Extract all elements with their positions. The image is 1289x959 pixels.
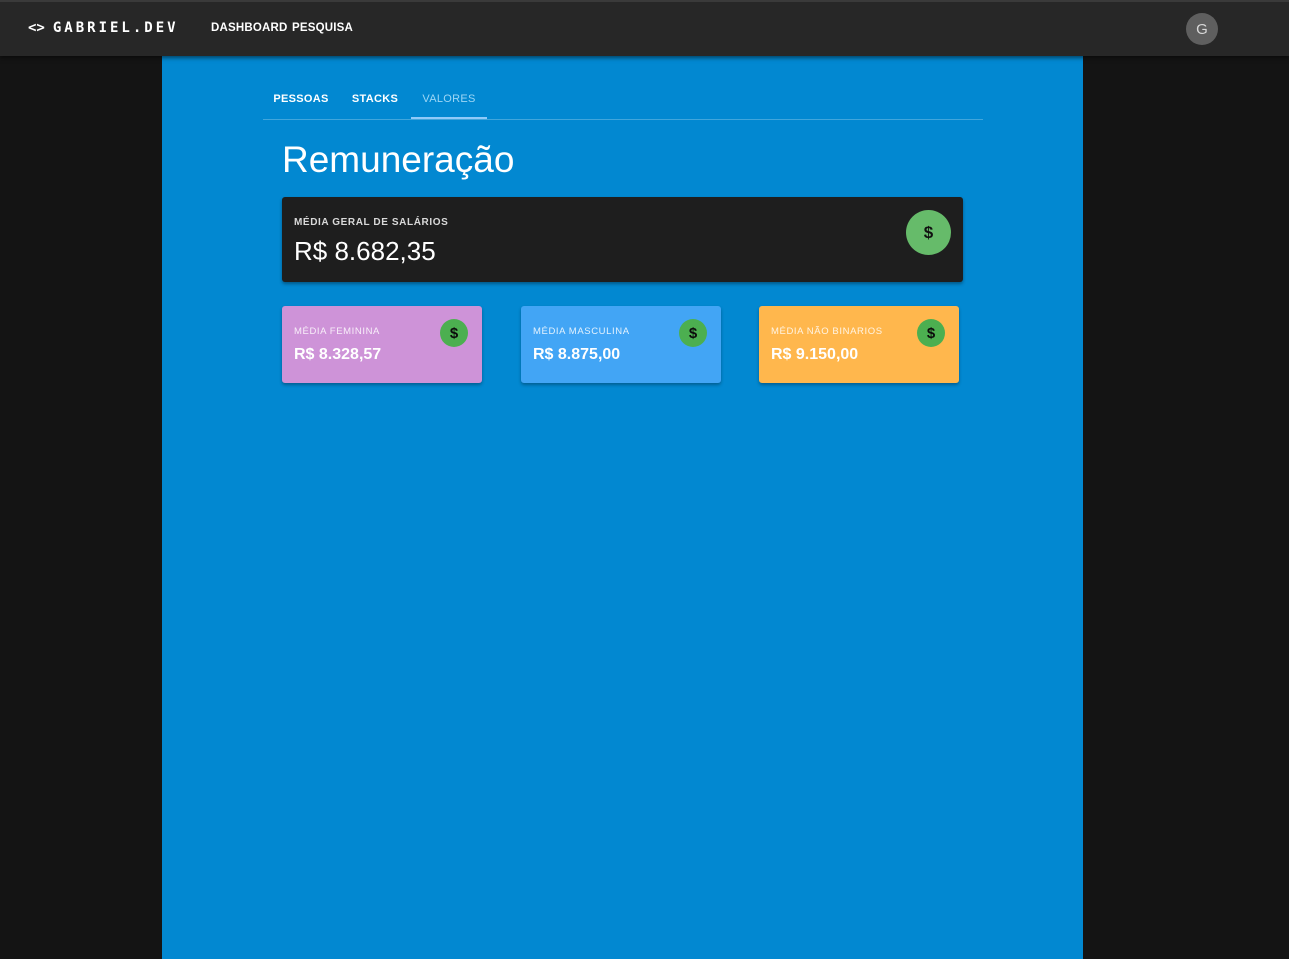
male-salary-value: R$ 8.875,00 — [533, 346, 621, 363]
nonbinary-salary-value: R$ 9.150,00 — [771, 346, 859, 363]
dollar-icon: $ — [440, 319, 468, 347]
page-title: Remuneração — [282, 139, 515, 180]
general-salary-card: MÉDIA GERAL DE SALÁRIOS R$ 8.682,35 $ — [282, 197, 963, 282]
male-salary-label: MÉDIA MASCULINA — [533, 326, 630, 337]
brand-logo[interactable]: <> GABRIEL.DEV — [28, 20, 179, 36]
tab-bar: PESSOAS STACKS VALORES — [263, 82, 983, 120]
nonbinary-salary-card: MÉDIA NÃO BINARIOS R$ 9.150,00 $ — [759, 306, 959, 383]
dollar-icon: $ — [917, 319, 945, 347]
dollar-icon: $ — [679, 319, 707, 347]
dollar-icon: $ — [906, 210, 951, 255]
main-content: PESSOAS STACKS VALORES Remuneração MÉDIA… — [162, 56, 1083, 959]
tab-pessoas[interactable]: PESSOAS — [263, 82, 339, 120]
female-salary-card: MÉDIA FEMININA R$ 8.328,57 $ — [282, 306, 482, 383]
general-salary-label: MÉDIA GERAL DE SALÁRIOS — [294, 217, 449, 228]
nav-pesquisa-link[interactable]: PESQUISA — [292, 22, 353, 34]
brand-name: GABRIEL.DEV — [52, 20, 179, 36]
active-tab-indicator — [411, 117, 487, 119]
nav-dashboard-link[interactable]: DASHBOARD — [211, 22, 288, 34]
user-avatar[interactable]: G — [1186, 13, 1218, 45]
tab-stacks[interactable]: STACKS — [341, 82, 409, 120]
general-salary-value: R$ 8.682,35 — [294, 236, 436, 266]
female-salary-value: R$ 8.328,57 — [294, 346, 382, 363]
nonbinary-salary-label: MÉDIA NÃO BINARIOS — [771, 326, 883, 337]
tab-valores[interactable]: VALORES — [411, 82, 487, 120]
male-salary-card: MÉDIA MASCULINA R$ 8.875,00 $ — [521, 306, 721, 383]
female-salary-label: MÉDIA FEMININA — [294, 326, 380, 337]
app-bar: <> GABRIEL.DEV DASHBOARD PESQUISA G — [0, 0, 1289, 56]
code-icon: <> — [28, 20, 45, 36]
